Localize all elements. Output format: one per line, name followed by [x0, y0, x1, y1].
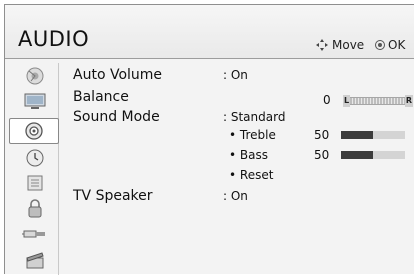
sidebar-item-input[interactable]: [14, 223, 55, 245]
balance-right-marker: R: [404, 95, 413, 107]
balance-slider[interactable]: L R: [343, 95, 413, 107]
keypad-icon: [27, 175, 42, 191]
audio-menu-panel: AUDIO Move OK Auto Volume: On Balance 0…: [4, 4, 414, 275]
sound-mode-value: : Standard: [223, 110, 286, 124]
ok-button-icon: [375, 40, 385, 50]
picture-icon: [26, 67, 43, 85]
tv-screen-icon: [24, 93, 45, 109]
treble-value: 50: [314, 128, 330, 142]
move-hint: Move: [315, 38, 364, 52]
auto-volume-label[interactable]: Auto Volume: [73, 67, 162, 83]
clock-icon: [26, 149, 43, 167]
treble-label[interactable]: • Treble: [229, 128, 276, 142]
sidebar-item-media[interactable]: [14, 249, 55, 271]
auto-volume-value: : On: [223, 68, 248, 82]
sidebar-item-audio[interactable]: [9, 118, 59, 144]
page-title: AUDIO: [18, 27, 90, 51]
balance-label[interactable]: Balance: [73, 89, 129, 105]
tv-speaker-value: : On: [223, 189, 248, 203]
input-plug-icon: [21, 230, 45, 238]
bass-value: 50: [314, 148, 330, 162]
ok-label: OK: [388, 38, 406, 52]
movie-clapper-icon: [25, 252, 44, 269]
sidebar-item-option[interactable]: [14, 172, 55, 194]
move-arrows-icon: [316, 39, 328, 51]
menu-header: AUDIO Move OK: [5, 5, 414, 59]
sidebar-item-picture[interactable]: [14, 65, 55, 87]
sidebar-item-lock[interactable]: [14, 197, 55, 219]
bass-fill: [341, 151, 373, 159]
audio-disc-icon: [25, 122, 43, 140]
sidebar-item-time[interactable]: [14, 147, 55, 169]
treble-fill: [341, 131, 373, 139]
reset-label[interactable]: • Reset: [229, 168, 273, 182]
balance-value: 0: [323, 93, 331, 107]
sound-mode-label[interactable]: Sound Mode: [73, 109, 160, 125]
category-sidebar: [9, 63, 59, 275]
bass-slider[interactable]: [341, 151, 405, 159]
ok-hint: OK: [375, 38, 405, 52]
move-label: Move: [332, 38, 365, 52]
tv-speaker-label[interactable]: TV Speaker: [73, 188, 153, 204]
treble-slider[interactable]: [341, 131, 405, 139]
balance-left-marker: L: [343, 95, 351, 107]
bass-label[interactable]: • Bass: [229, 148, 268, 162]
lock-icon: [28, 199, 41, 218]
sidebar-item-screen[interactable]: [14, 90, 55, 112]
